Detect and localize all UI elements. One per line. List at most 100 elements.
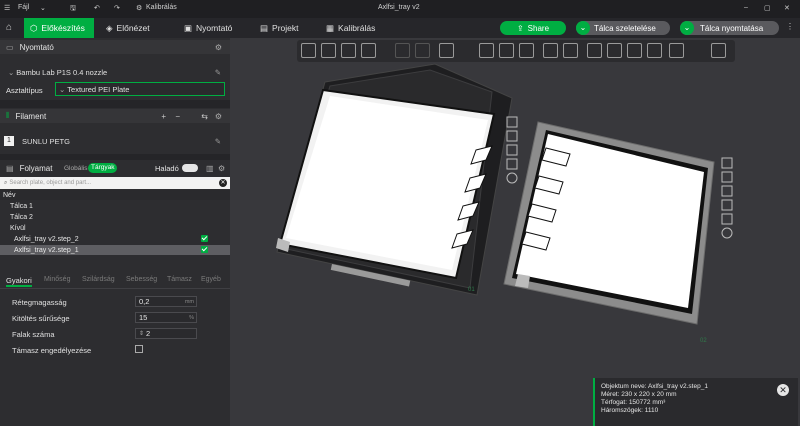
edit-icon[interactable]: ✎ [215, 68, 221, 77]
infill-density-label: Kitöltés sűrűsége [12, 314, 70, 323]
chevron-down-icon: ⌄ [59, 84, 66, 94]
tree-item-object-1[interactable]: Axlfsi_tray v2.step_1 [0, 245, 230, 255]
add-plate-icon[interactable] [321, 43, 336, 58]
menu-icon[interactable]: ☰ [4, 4, 10, 12]
object-size-text: Méret: 230 x 220 x 20 mm [601, 391, 677, 398]
minimize-icon[interactable]: – [744, 4, 748, 11]
filament-section-header[interactable]: ⦀ Filament + − ⇆ ⚙ [0, 109, 230, 123]
visibility-checkbox[interactable] [201, 235, 208, 242]
calibration-icon[interactable]: ⚙ [136, 4, 142, 12]
share-button[interactable]: ⇪ Share [500, 21, 566, 35]
slice-dropdown-icon[interactable]: ⌄ [576, 21, 590, 35]
tree-header: Név [0, 190, 230, 200]
layer-height-input[interactable]: 0,2 mm [135, 296, 197, 307]
orient-icon[interactable] [341, 43, 356, 58]
close-info-icon[interactable]: ✕ [777, 384, 789, 396]
cube-icon: ⬡ [30, 22, 38, 33]
wall-count-stepper[interactable]: ⇕ 2 [135, 328, 197, 339]
tree-item-plate-1[interactable]: Tálca 1 [0, 201, 230, 211]
stepper-icon[interactable]: ⇕ [139, 330, 144, 337]
print-dropdown-icon[interactable]: ⌄ [680, 21, 694, 35]
save-icon[interactable]: 🖫 [70, 4, 76, 15]
3d-toolbar [297, 40, 735, 62]
calibration-tab-icon: ▦ [326, 22, 335, 33]
mesh-boolean-icon[interactable] [587, 43, 602, 58]
document-title: Axlfsi_tray v2 [378, 4, 420, 11]
undo-icon[interactable]: ↶ [94, 4, 100, 12]
home-icon[interactable]: ⌂ [6, 22, 12, 33]
plate-1-tools[interactable] [506, 116, 518, 184]
printer-settings-icon[interactable]: ⚙ [215, 43, 222, 52]
build-plates-canvas[interactable]: 01 02 [230, 38, 800, 426]
advanced-switch[interactable] [182, 164, 198, 172]
more-icon[interactable]: ⋮ [786, 22, 794, 31]
printer-select[interactable]: ⌄ Bambu Lab P1S 0.4 nozzle ✎ [4, 65, 224, 79]
tree-item-object-2[interactable]: Axlfsi_tray v2.step_2 [0, 234, 230, 244]
process-settings-icon[interactable]: ⚙ [218, 164, 225, 173]
plate-type-label: Asztaltípus [6, 86, 43, 95]
search-input[interactable]: ⌕ Search plate, object and part... ✕ [0, 177, 230, 189]
maximize-icon[interactable]: ▢ [764, 4, 771, 12]
global-toggle[interactable]: Globális [64, 165, 87, 172]
split-objects-icon[interactable] [395, 43, 410, 58]
remove-filament-icon[interactable]: − [175, 112, 180, 121]
add-filament-icon[interactable]: + [161, 112, 166, 121]
object-triangles-text: Háromszögek: 1110 [601, 407, 659, 414]
arrange-icon[interactable] [361, 43, 376, 58]
3d-viewport[interactable]: 01 02 [230, 38, 800, 426]
tab-common[interactable]: Gyakori [6, 276, 32, 287]
object-name-text: Objektum neve: Axlfsi_tray v2.step_1 [601, 383, 708, 390]
sync-icon[interactable]: ⇆ [201, 112, 208, 121]
lay-on-face-icon[interactable] [543, 43, 558, 58]
move-icon[interactable] [479, 43, 494, 58]
visibility-checkbox[interactable] [201, 246, 208, 253]
tab-quality[interactable]: Minőség [44, 276, 70, 283]
close-icon[interactable]: ✕ [784, 4, 790, 12]
redo-icon[interactable]: ↷ [114, 4, 120, 12]
tab-strength[interactable]: Szilárdság [82, 276, 115, 283]
infill-density-input[interactable]: 15% [135, 312, 197, 323]
edit-icon[interactable]: ✎ [215, 137, 221, 146]
tab-project[interactable]: ▤ Projekt [254, 18, 314, 38]
plate-1[interactable]: 01 [276, 63, 513, 296]
plate-2-tools[interactable] [721, 157, 733, 239]
tab-speed[interactable]: Sebesség [126, 276, 157, 283]
seam-paint-icon[interactable] [627, 43, 642, 58]
compare-icon[interactable]: ▥ [206, 164, 214, 173]
print-plate-button[interactable]: ⌄ Tálca nyomtatása [680, 21, 779, 35]
left-panel: ▭ Nyomtató ⚙ ⌄ Bambu Lab P1S 0.4 nozzle … [0, 38, 230, 426]
objects-toggle[interactable]: Tárgyak [88, 163, 118, 173]
split-parts-icon[interactable] [415, 43, 430, 58]
tab-prepare[interactable]: ⬡ Előkészítés [24, 18, 94, 38]
rotate-icon[interactable] [499, 43, 514, 58]
support-paint-icon[interactable] [607, 43, 622, 58]
plate-2[interactable]: 02 [503, 121, 715, 344]
tab-other[interactable]: Egyéb [201, 276, 221, 283]
file-menu[interactable]: Fájl [18, 4, 29, 11]
layer-height-label: Rétegmagasság [12, 298, 67, 307]
filament-select[interactable]: SUNLU PETG ✎ [18, 134, 224, 148]
printer-section-header[interactable]: ▭ Nyomtató ⚙ [0, 40, 230, 54]
chevron-down-icon[interactable]: ⌄ [40, 4, 46, 12]
tab-preview[interactable]: ◈ Előnézet [100, 18, 164, 38]
add-object-icon[interactable] [301, 43, 316, 58]
tab-calibration[interactable]: ▦ Kalibrálás [320, 18, 390, 38]
tree-item-outside[interactable]: Kívül [0, 223, 230, 233]
calibration-menu[interactable]: Kalibrálás [146, 4, 177, 11]
measure-icon[interactable] [669, 43, 684, 58]
text-tool-icon[interactable] [647, 43, 662, 58]
plate-type-select[interactable]: ⌄ Textured PEI Plate [55, 82, 225, 96]
scale-icon[interactable] [519, 43, 534, 58]
upload-icon: ⇪ [516, 23, 524, 33]
clear-search-icon[interactable]: ✕ [219, 179, 227, 187]
assembly-view-icon[interactable] [711, 43, 726, 58]
slice-plate-button[interactable]: ⌄ Tálca szeletelése [576, 21, 670, 35]
layers-view-icon[interactable] [439, 43, 454, 58]
tab-printer[interactable]: ▣ Nyomtató [178, 18, 248, 38]
search-icon: ⌕ [4, 179, 8, 186]
filament-settings-icon[interactable]: ⚙ [215, 112, 222, 121]
tab-support[interactable]: Támasz [167, 276, 192, 283]
enable-support-checkbox[interactable] [135, 345, 143, 353]
cut-icon[interactable] [563, 43, 578, 58]
tree-item-plate-2[interactable]: Tálca 2 [0, 212, 230, 222]
